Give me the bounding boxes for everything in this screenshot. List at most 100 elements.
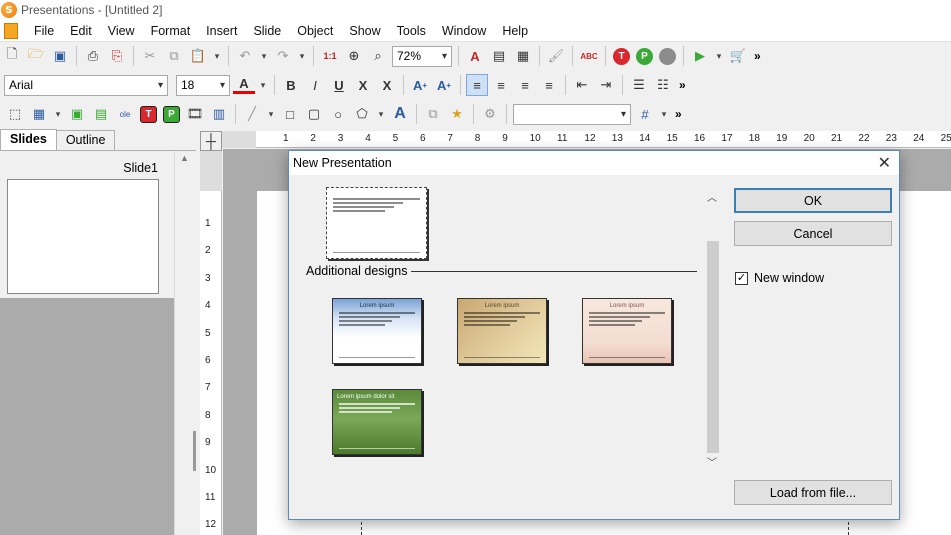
new-icon[interactable]: 🗋 bbox=[1, 45, 23, 67]
strikethrough-icon[interactable]: X bbox=[352, 74, 374, 96]
autoshape-icon[interactable]: ⬠ bbox=[351, 103, 373, 125]
cart-icon[interactable]: 🛒 bbox=[727, 45, 749, 67]
menu-window[interactable]: Window bbox=[434, 21, 494, 41]
autoshape-dropdown-icon[interactable]: ▾ bbox=[375, 103, 387, 125]
insert-picture-icon[interactable]: ▤ bbox=[488, 45, 510, 67]
table-icon[interactable]: ▦ bbox=[28, 103, 50, 125]
presentations-icon[interactable] bbox=[659, 47, 676, 65]
insert-field-icon[interactable]: ▦ bbox=[512, 45, 534, 67]
menu-format[interactable]: Format bbox=[143, 21, 199, 41]
italic-icon[interactable]: I bbox=[304, 74, 326, 96]
font-name-combo[interactable]: Arial ▾ bbox=[4, 74, 168, 96]
zoom-magnifier-icon[interactable]: ⊕ bbox=[343, 45, 365, 67]
spellcheck-icon[interactable]: ABC bbox=[578, 45, 600, 67]
style-combo[interactable]: ▾ bbox=[513, 103, 631, 125]
picture-frame-icon[interactable]: ▣ bbox=[66, 103, 88, 125]
clear-format-icon[interactable]: X bbox=[376, 74, 398, 96]
undo-icon[interactable]: ↶ bbox=[234, 45, 256, 67]
grid-icon[interactable]: # bbox=[634, 103, 656, 125]
template-thumbnail[interactable]: Lorem ipsum bbox=[332, 298, 422, 364]
menu-show[interactable]: Show bbox=[341, 21, 388, 41]
copy-icon[interactable]: ⧉ bbox=[163, 45, 185, 67]
chevron-up-icon[interactable]: ︿ bbox=[707, 189, 717, 204]
redo-icon[interactable]: ↷ bbox=[272, 45, 294, 67]
menu-edit[interactable]: Edit bbox=[62, 21, 100, 41]
template-thumbnail[interactable] bbox=[326, 187, 427, 259]
font-color-dropdown-icon[interactable]: ▾ bbox=[257, 74, 269, 96]
menu-slide[interactable]: Slide bbox=[245, 21, 289, 41]
menu-tools[interactable]: Tools bbox=[389, 21, 434, 41]
planmaker-icon[interactable]: P bbox=[636, 47, 653, 65]
slideshow-dropdown-icon[interactable]: ▾ bbox=[713, 45, 725, 67]
toolbar-more-icon[interactable]: » bbox=[679, 78, 686, 92]
open-icon[interactable]: 🗁 bbox=[25, 45, 47, 67]
cancel-button[interactable]: Cancel bbox=[734, 221, 892, 246]
video-icon[interactable]: 🎞 bbox=[184, 103, 206, 125]
textmaker-icon[interactable]: T bbox=[613, 47, 630, 65]
shrink-font-icon[interactable]: A + bbox=[433, 74, 455, 96]
bold-icon[interactable]: B bbox=[280, 74, 302, 96]
paste-icon[interactable]: 📋 bbox=[187, 45, 209, 67]
new-window-label[interactable]: New window bbox=[754, 271, 824, 285]
scrollbar-thumb[interactable] bbox=[193, 431, 196, 471]
scroll-up-icon[interactable]: ▲ bbox=[180, 153, 189, 163]
new-window-checkbox[interactable]: ✓ bbox=[735, 271, 748, 285]
ellipse-icon[interactable]: ○ bbox=[327, 103, 349, 125]
align-center-icon[interactable]: ≡ bbox=[490, 74, 512, 96]
font-color-icon[interactable]: A bbox=[233, 76, 255, 94]
bullets-icon[interactable]: ☰ bbox=[628, 74, 650, 96]
toolbar-more-icon[interactable]: » bbox=[754, 49, 761, 63]
menu-help[interactable]: Help bbox=[494, 21, 536, 41]
planmaker-object-icon[interactable]: P bbox=[163, 105, 180, 123]
justify-icon[interactable]: ≡ bbox=[538, 74, 560, 96]
line-icon[interactable]: ╱ bbox=[241, 103, 263, 125]
rectangle-icon[interactable]: □ bbox=[279, 103, 301, 125]
template-thumbnail[interactable]: Lorem ipsum bbox=[457, 298, 547, 364]
ole-object-icon[interactable]: ole bbox=[114, 103, 136, 125]
tab-slides[interactable]: Slides bbox=[0, 129, 57, 150]
slide-thumbnail[interactable] bbox=[7, 179, 159, 294]
chart-frame-icon[interactable]: ▤ bbox=[90, 103, 112, 125]
numbering-icon[interactable]: ☷ bbox=[652, 74, 674, 96]
textmaker-object-icon[interactable]: T bbox=[140, 105, 157, 123]
decrease-indent-icon[interactable]: ⇤ bbox=[571, 74, 593, 96]
load-from-file-button[interactable]: Load from file... bbox=[734, 480, 892, 505]
cut-icon[interactable]: ✂ bbox=[139, 45, 161, 67]
paste-dropdown-icon[interactable]: ▾ bbox=[211, 45, 223, 67]
template-thumbnail[interactable]: Lorem ipsum dolor sit bbox=[332, 389, 422, 455]
font-size-combo[interactable]: 18 ▾ bbox=[176, 74, 230, 96]
scrollbar-thumb[interactable] bbox=[707, 241, 719, 453]
menu-view[interactable]: View bbox=[100, 21, 143, 41]
pdf-icon[interactable]: ⎘ bbox=[106, 45, 128, 67]
textart-icon[interactable]: A bbox=[389, 103, 411, 125]
menu-insert[interactable]: Insert bbox=[198, 21, 245, 41]
pointer-frame-icon[interactable]: ⬚ bbox=[4, 103, 26, 125]
line-dropdown-icon[interactable]: ▾ bbox=[265, 103, 277, 125]
template-scrollbar[interactable]: ︿ ﹀ bbox=[706, 189, 720, 469]
print-icon[interactable]: ⎙ bbox=[82, 45, 104, 67]
start-slideshow-icon[interactable]: ▶ bbox=[689, 45, 711, 67]
save-icon[interactable]: ▣ bbox=[49, 45, 71, 67]
underline-icon[interactable]: U bbox=[328, 74, 350, 96]
object-properties-icon[interactable]: ⚙ bbox=[479, 103, 501, 125]
template-thumbnail[interactable]: Lorem ipsum bbox=[582, 298, 672, 364]
grid-dropdown-icon[interactable]: ▾ bbox=[658, 103, 670, 125]
insert-text-frame-icon[interactable]: A bbox=[464, 45, 486, 67]
sound-icon[interactable]: ▥ bbox=[208, 103, 230, 125]
toolbar-more-icon[interactable]: » bbox=[675, 107, 682, 121]
rounded-rectangle-icon[interactable]: ▢ bbox=[303, 103, 325, 125]
undo-dropdown-icon[interactable]: ▾ bbox=[258, 45, 270, 67]
grow-font-icon[interactable]: A + bbox=[409, 74, 431, 96]
table-dropdown-icon[interactable]: ▾ bbox=[52, 103, 64, 125]
template-list[interactable]: Additional designs Lorem ipsum Lorem ips… bbox=[301, 187, 701, 467]
document-icon[interactable] bbox=[4, 22, 18, 39]
ruler-corner-icon[interactable]: ┼ bbox=[200, 131, 222, 151]
close-icon[interactable]: ✕ bbox=[878, 153, 891, 173]
increase-indent-icon[interactable]: ⇥ bbox=[595, 74, 617, 96]
zoom-1to1-icon[interactable]: 1:1 bbox=[319, 45, 341, 67]
group-icon[interactable]: ⧉ bbox=[422, 103, 444, 125]
slides-panel-scrollbar[interactable]: ▲ bbox=[174, 151, 196, 535]
align-right-icon[interactable]: ≡ bbox=[514, 74, 536, 96]
effects-star-icon[interactable]: ★ bbox=[446, 103, 468, 125]
menu-file[interactable]: File bbox=[26, 21, 62, 41]
